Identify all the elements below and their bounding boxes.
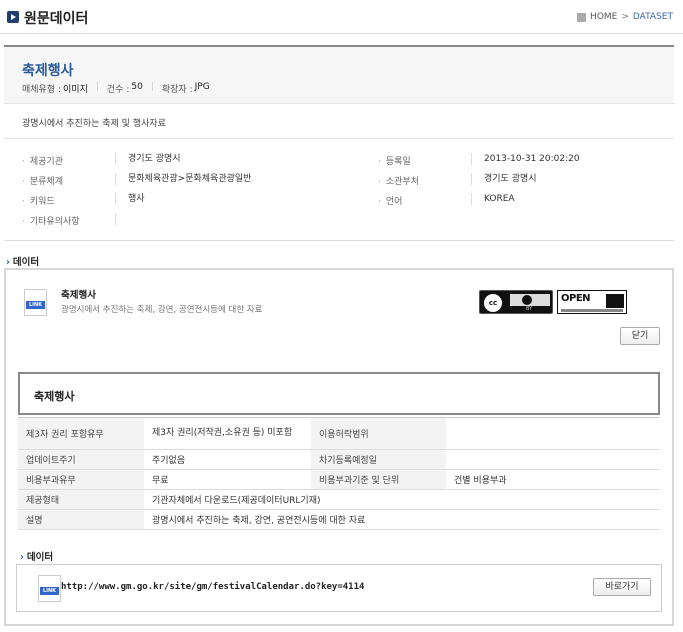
dataset-info: 축제행사 매체유형 : 이미지 | 건수 : 50 | 확장자 : JPG 광명… (4, 45, 674, 241)
data-panel: LINK 축제행사 광명시에서 추진하는 축제, 강연, 공연전시등에 대한 자… (4, 268, 674, 626)
attr-value: KOREA (471, 193, 515, 205)
table-row: 비용부과유무 무료 비용부과기준 및 단위 건별 비용부과 (18, 470, 660, 490)
table-header: 축제행사 (18, 372, 660, 415)
table-row: 설명 광명시에서 추진하는 축제, 강연, 공연전시등에 대한 자료 (18, 510, 660, 530)
attr-label: 기타유의사항 (22, 214, 80, 227)
header-divider (0, 33, 683, 34)
play-icon (7, 11, 19, 23)
meta-count-value: 50 (131, 82, 143, 92)
open-license-badge: OPEN (557, 290, 627, 314)
breadcrumb-home[interactable]: HOME (590, 12, 617, 22)
table-row: 제공형태 기관자체에서 다운로드(제공데이터URL기재) (18, 490, 660, 510)
data-link-row: LINK http://www.gm.go.kr/site/gm/festiva… (16, 564, 662, 612)
cc-icon: cc (484, 294, 502, 312)
attr-label: 소관부처 (378, 174, 419, 187)
link-file-icon: LINK (24, 289, 47, 316)
data-url[interactable]: http://www.gm.go.kr/site/gm/festivalCale… (61, 582, 364, 592)
attr-label: 제공기관 (22, 154, 63, 167)
meta-extension-value: JPG (194, 82, 210, 92)
meta-media-type-label: 매체유형 : (22, 85, 62, 95)
meta-extension-label: 확장자 : (161, 85, 193, 95)
detail-grid: 제3자 권리 포함유무 제3자 권리(저작권,소유권 등) 미포함 이용허락범위… (18, 417, 660, 530)
data-item-title: 축제행사 (61, 290, 96, 301)
attr-value: 2013-10-31 20:02:20 (471, 153, 580, 165)
table-title: 축제행사 (34, 390, 75, 403)
attribution-icon (522, 295, 532, 305)
data-item-description: 광명시에서 추진하는 축제, 강연, 공연전시등에 대한 자료 (61, 305, 263, 315)
attr-value: 문화체육관광>문화체육관광일반 (115, 173, 251, 185)
attr-value: 경기도 광명시 (471, 173, 537, 185)
table-row: 업데이트주기 주기없음 차기등록예정일 (18, 450, 660, 470)
page-header: 원문데이터 HOME > DATASET (0, 0, 683, 34)
attr-label: 언어 (378, 194, 403, 207)
attr-label: 분류체계 (22, 174, 63, 187)
chevron-right-icon: › (20, 552, 24, 563)
close-button[interactable]: 닫기 (620, 327, 660, 345)
divider (4, 138, 674, 139)
attr-label: 키워드 (22, 194, 55, 207)
meta-count-label: 건수 : (106, 85, 130, 95)
meta-media-type-value: 이미지 (63, 85, 88, 95)
cc-by-license-badge: cc BY (479, 290, 553, 314)
breadcrumb-dataset[interactable]: DATASET (633, 12, 673, 22)
link-file-icon: LINK (38, 575, 61, 602)
dataset-header: 축제행사 매체유형 : 이미지 | 건수 : 50 | 확장자 : JPG (4, 47, 674, 104)
section-heading-data-link: › 데이터 (20, 552, 54, 563)
page-title: 원문데이터 (24, 11, 89, 27)
table-row: 제3자 권리 포함유무 제3자 권리(저작권,소유권 등) 미포함 이용허락범위 (18, 418, 660, 450)
person-icon (606, 294, 624, 308)
divider (4, 240, 674, 241)
chevron-right-icon: › (6, 257, 10, 268)
dataset-title: 축제행사 (22, 63, 74, 79)
section-heading-data: › 데이터 (6, 257, 40, 268)
go-button[interactable]: 바로가기 (593, 578, 651, 596)
home-icon (577, 12, 587, 22)
data-detail-table: 축제행사 제3자 권리 포함유무 제3자 권리(저작권,소유권 등) 미포함 이… (18, 372, 660, 532)
attr-value (115, 213, 128, 225)
dataset-meta: 매체유형 : 이미지 | 건수 : 50 | 확장자 : JPG (22, 82, 210, 95)
breadcrumb: HOME > DATASET (577, 12, 673, 22)
breadcrumb-separator: > (621, 12, 629, 22)
attr-label: 등록일 (378, 154, 411, 167)
dataset-description: 광명시에서 추진하는 축제 및 행사자료 (22, 119, 166, 129)
attr-value: 경기도 광명시 (115, 153, 181, 165)
attr-value: 행사 (115, 193, 145, 205)
